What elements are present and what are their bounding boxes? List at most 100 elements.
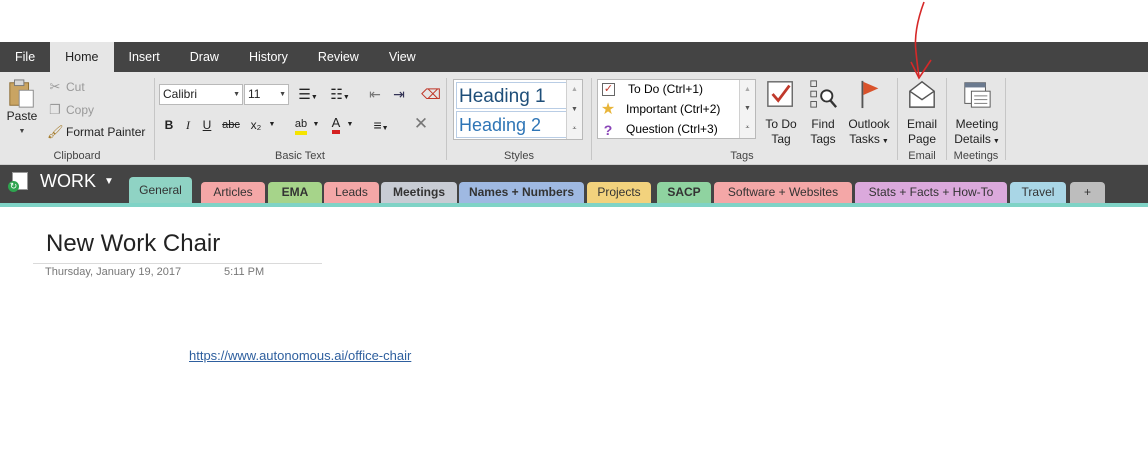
highlight-button[interactable]: ab <box>291 113 311 135</box>
font-color-dropdown[interactable]: ▼ <box>345 115 355 135</box>
scroll-down-button[interactable]: ▼ <box>567 100 582 120</box>
outlook-tasks-label-2: Tasks ▼ <box>849 132 889 146</box>
tag-item-label: Important (Ctrl+2) <box>626 102 721 116</box>
chevron-down-icon: ▼ <box>104 176 114 187</box>
section-tab[interactable]: Stats + Facts + How-To <box>855 182 1007 203</box>
tag-item-label: Question (Ctrl+3) <box>626 122 718 136</box>
outlook-tasks-button[interactable]: Outlook Tasks ▼ <box>844 78 894 149</box>
chevron-down-icon: ▼ <box>233 91 240 98</box>
font-family-select[interactable]: Calibri ▼ <box>159 84 243 105</box>
font-color-button[interactable]: A <box>327 113 345 134</box>
copy-button[interactable]: ❐ Copy <box>47 102 94 118</box>
notebook-icon: ↻ <box>8 171 30 192</box>
styles-scrollbar: ▲ ▼ ⩡ <box>566 80 582 139</box>
email-group-label: Email <box>908 150 936 162</box>
tag-item-important[interactable]: ★ Important (Ctrl+2) <box>599 100 739 119</box>
font-size-value: 11 <box>248 87 261 101</box>
styles-gallery: Heading 1 Heading 2 ▲ ▼ ⩡ <box>453 79 583 140</box>
increase-indent-button[interactable]: ⇥ <box>389 84 409 104</box>
bullet-list-icon: ☰ <box>298 86 311 102</box>
outdent-icon: ⇤ <box>369 86 381 102</box>
section-tab[interactable]: Meetings <box>381 182 457 203</box>
section-tab[interactable]: Travel <box>1010 182 1066 203</box>
meetings-group: Meeting Details ▼ Meetings <box>947 72 1005 165</box>
section-tab[interactable]: Projects <box>587 182 651 203</box>
todo-tag-button[interactable]: To Do Tag <box>761 78 801 147</box>
section-tab[interactable]: Names + Numbers <box>459 182 584 203</box>
brush-icon: 🖌 <box>47 124 64 139</box>
strikethrough-button[interactable]: abc <box>219 115 243 135</box>
tags-gallery: ✓ To Do (Ctrl+1) ★ Important (Ctrl+2) ? … <box>597 79 756 139</box>
flag-icon <box>861 80 879 109</box>
page-link[interactable]: https://www.autonomous.ai/office-chair <box>189 348 411 363</box>
scissors-icon: ✂ <box>49 79 61 94</box>
tab-home[interactable]: Home <box>50 42 114 72</box>
highlight-dropdown[interactable]: ▼ <box>311 115 321 135</box>
underline-button[interactable]: U <box>199 115 215 135</box>
outlook-tasks-label-1: Outlook <box>848 117 890 131</box>
style-heading-1[interactable]: Heading 1 <box>456 82 567 109</box>
tags-group-label: Tags <box>730 150 754 162</box>
find-tags-button[interactable]: Find Tags <box>803 78 843 147</box>
bold-button[interactable]: B <box>161 115 177 135</box>
add-section-button[interactable]: + <box>1070 182 1105 203</box>
meeting-details-button[interactable]: Meeting Details ▼ <box>950 78 1004 149</box>
todo-tag-label-2: Tag <box>771 132 791 146</box>
paste-button[interactable]: Paste ▼ <box>5 78 39 139</box>
scroll-down-button[interactable]: ▼ <box>740 99 755 118</box>
subscript-button[interactable]: x₂ <box>247 115 265 135</box>
basic-text-group: Calibri ▼ 11 ▼ ☰▼ ☷▼ ⇤ ⇥ ⌫ B I U abc x₂ ▼ … <box>155 72 445 165</box>
style-heading-2[interactable]: Heading 2 <box>456 111 567 138</box>
page-canvas[interactable]: New Work Chair Thursday, January 19, 201… <box>0 207 1148 471</box>
page-time: 5:11 PM <box>224 266 265 278</box>
meeting-details-label-1: Meeting <box>955 117 999 131</box>
numbered-list-icon: ☷ <box>330 86 343 102</box>
numbering-button[interactable]: ☷▼ <box>325 84 355 104</box>
tab-file[interactable]: File <box>0 42 50 72</box>
subscript-dropdown[interactable]: ▼ <box>267 115 277 135</box>
section-tab[interactable]: Leads <box>324 182 379 203</box>
section-tab[interactable]: Articles <box>201 182 265 203</box>
tab-insert[interactable]: Insert <box>114 42 175 72</box>
clear-formatting-button[interactable]: ⌫ <box>421 84 441 104</box>
tab-view[interactable]: View <box>374 42 431 72</box>
tab-history[interactable]: History <box>234 42 303 72</box>
font-family-value: Calibri <box>163 87 198 101</box>
section-tab[interactable]: General <box>129 177 192 203</box>
section-tab[interactable]: SACP <box>657 182 711 203</box>
format-painter-button[interactable]: 🖌 Format Painter <box>47 124 145 140</box>
styles-group-label: Styles <box>504 150 534 162</box>
section-tab[interactable]: EMA <box>268 182 322 203</box>
scroll-up-button[interactable]: ▲ <box>567 80 582 100</box>
email-page-button[interactable]: Email Page <box>900 78 944 147</box>
section-tab[interactable]: Software + Websites <box>714 182 852 203</box>
question-icon: ? <box>603 121 613 138</box>
delete-button[interactable]: ✕ <box>411 114 431 134</box>
expand-gallery-button[interactable]: ⩡ <box>740 119 755 138</box>
email-page-label-2: Page <box>907 132 937 146</box>
checkbox-icon <box>767 81 793 107</box>
expand-gallery-button[interactable]: ⩡ <box>567 119 582 139</box>
page-title[interactable]: New Work Chair <box>46 230 220 258</box>
divider <box>1005 78 1006 160</box>
basic-text-group-label: Basic Text <box>275 150 325 162</box>
tab-review[interactable]: Review <box>303 42 374 72</box>
paragraph-align-button[interactable]: ≡▼ <box>369 115 393 135</box>
italic-button[interactable]: I <box>180 115 196 135</box>
scroll-up-button[interactable]: ▲ <box>740 80 755 99</box>
bullets-button[interactable]: ☰▼ <box>293 84 323 104</box>
meeting-calendar-icon <box>964 82 991 108</box>
tag-item-question[interactable]: ? Question (Ctrl+3) <box>599 120 739 139</box>
cut-button[interactable]: ✂ Cut <box>47 79 85 95</box>
font-size-select[interactable]: 11 ▼ <box>244 84 289 105</box>
email-page-label-1: Email <box>906 117 937 131</box>
format-painter-label: Format Painter <box>66 125 146 139</box>
delete-x-icon: ✕ <box>413 114 429 133</box>
eraser-icon: ⌫ <box>421 86 441 102</box>
tab-draw[interactable]: Draw <box>175 42 234 72</box>
tag-item-todo[interactable]: ✓ To Do (Ctrl+1) <box>599 80 739 99</box>
notebook-selector[interactable]: ↻ WORK ▼ <box>8 171 114 192</box>
checkbox-icon: ✓ <box>602 83 615 96</box>
decrease-indent-button[interactable]: ⇤ <box>365 84 385 104</box>
tag-item-label: To Do (Ctrl+1) <box>628 82 704 96</box>
